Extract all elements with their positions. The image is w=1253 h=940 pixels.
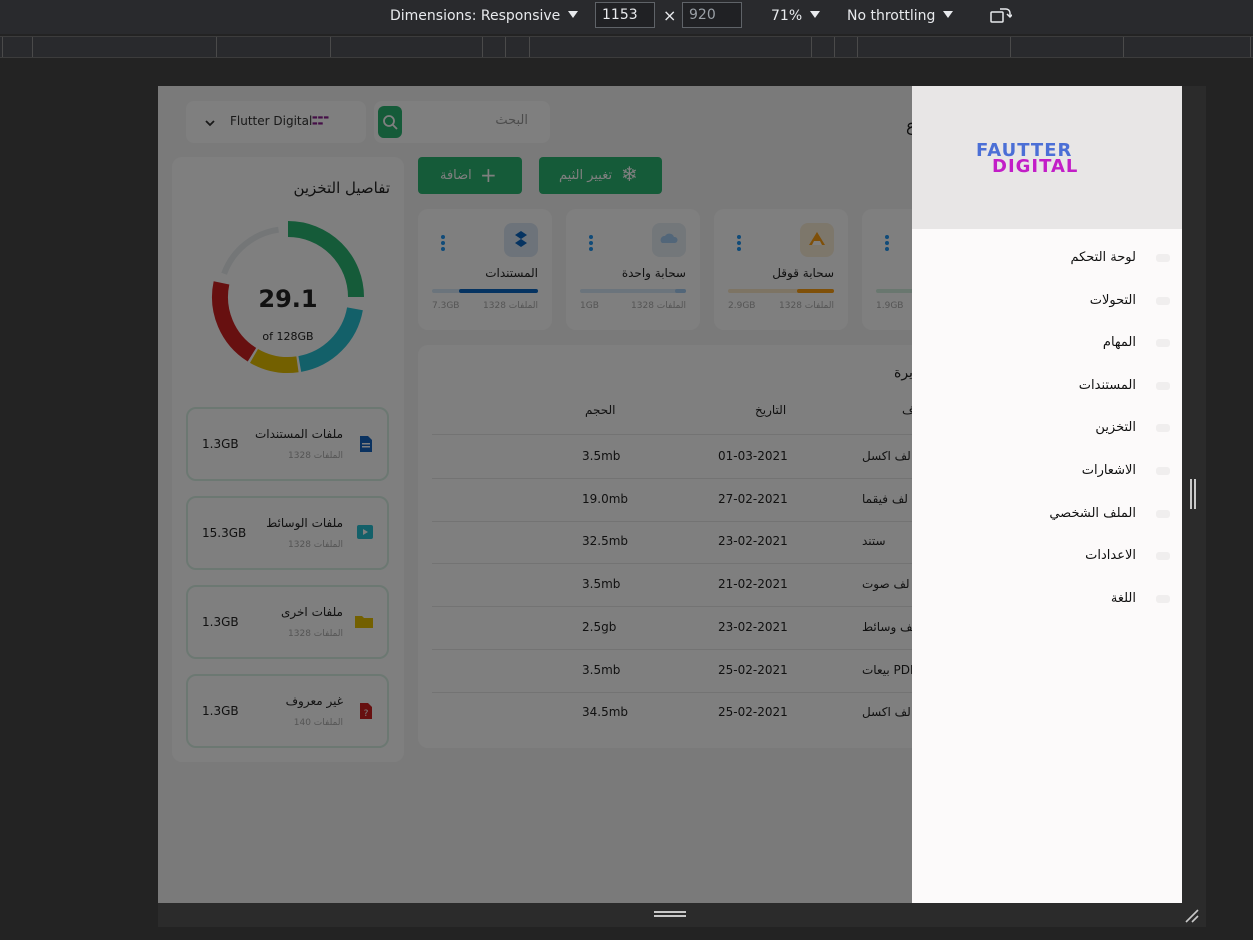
drawer-item[interactable]: الاعدادات	[1085, 548, 1136, 563]
throttling-label: No throttling	[847, 8, 936, 24]
drawer-item-icon	[1156, 296, 1170, 305]
drawer-header: FAUTTER DIGITAL	[912, 86, 1182, 229]
zoom-label: 71%	[771, 8, 803, 24]
drawer-item-icon	[1156, 509, 1170, 518]
drawer-item-icon	[1156, 467, 1170, 475]
drawer-item-icon	[1156, 339, 1170, 348]
rotate-icon[interactable]	[990, 6, 1014, 26]
drawer-item[interactable]: المهام	[1103, 335, 1136, 350]
chevron-down-icon	[943, 11, 954, 18]
flutter-digital-logo: FAUTTER DIGITAL	[976, 140, 1079, 177]
media-query-ruler	[0, 36, 1253, 58]
resize-handle-bottom[interactable]	[158, 903, 1206, 927]
resize-corner-icon[interactable]	[1184, 909, 1200, 923]
dimensions-label: Dimensions: Responsive	[390, 8, 561, 24]
dimensions-dropdown[interactable]: Dimensions: Responsive	[390, 0, 579, 32]
drawer-item-icon	[1156, 381, 1170, 390]
width-input[interactable]: 1153	[595, 2, 655, 28]
nav-drawer: FAUTTER DIGITAL لوحة التحكم التحولات المها…	[912, 86, 1182, 903]
times-icon: ×	[663, 6, 677, 25]
drawer-item[interactable]: الاشعارات	[1082, 463, 1136, 478]
resize-handle-right[interactable]	[1182, 86, 1206, 903]
drawer-item-icon	[1156, 594, 1170, 603]
zoom-dropdown[interactable]: 71%	[771, 0, 821, 32]
chevron-down-icon	[810, 11, 821, 18]
drawer-item-icon	[1156, 254, 1170, 262]
drawer-item[interactable]: اللغة	[1111, 591, 1136, 606]
throttling-dropdown[interactable]: No throttling	[847, 0, 954, 32]
app-viewport: Flutter Digital ▬▬▬▬▬ البحث ع + اضافة ❄ …	[158, 86, 1182, 903]
drawer-item[interactable]: الملف الشخصي	[1049, 506, 1136, 521]
drawer-item[interactable]: لوحة التحكم	[1070, 250, 1136, 265]
drawer-item[interactable]: المستندات	[1079, 378, 1136, 393]
height-input[interactable]: 920	[682, 2, 742, 28]
drawer-item[interactable]: التخزين	[1095, 420, 1136, 435]
drawer-item[interactable]: التحولات	[1090, 293, 1136, 308]
drawer-item-icon	[1156, 552, 1170, 561]
devtools-toolbar: Dimensions: Responsive 1153 × 920 71% No…	[0, 0, 1253, 34]
chevron-down-icon	[568, 11, 579, 18]
drawer-item-icon	[1156, 424, 1170, 433]
